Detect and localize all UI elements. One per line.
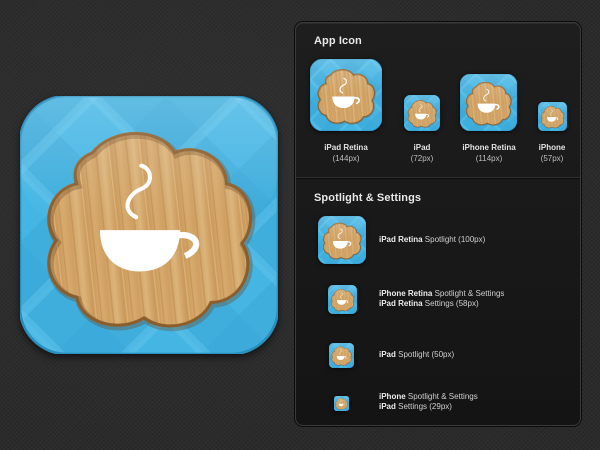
coffee-cup-icon [459, 73, 518, 132]
coffee-cup-icon [333, 395, 350, 412]
spotlight-label-ipad-retina: iPad Retina Spotlight (100px) [379, 235, 486, 244]
main-app-icon [20, 96, 278, 354]
coffee-cup-icon [317, 215, 367, 265]
icon-name: iPhone [538, 143, 566, 152]
coffee-cup-icon [403, 94, 441, 132]
spotlight-label-ipad: iPad Spotlight (50px) [379, 350, 455, 359]
spotlight-label-iphone: iPhone Spotlight & Settings iPad Setting… [379, 392, 478, 411]
icon-sizes-panel: App Icon iPad Retina (144px) iPad (72px)… [295, 22, 581, 426]
spotlight-section-title: Spotlight & Settings [314, 192, 422, 204]
spotlight-icon-ipad-retina [317, 215, 367, 269]
coffee-cup-icon [309, 58, 383, 132]
spotlight-icon-iphone [333, 395, 350, 416]
section-divider [296, 177, 580, 178]
coffee-cup-icon [328, 342, 355, 369]
coffee-cup-icon [327, 284, 358, 315]
spotlight-label-iphone-retina: iPhone Retina Spotlight & Settings iPad … [379, 289, 505, 308]
spotlight-icon-iphone-retina [327, 284, 358, 319]
icon-size: (57px) [540, 154, 564, 163]
coffee-cup-icon [537, 101, 568, 132]
coffee-cup-icon [20, 96, 278, 354]
app-icon-section-title: App Icon [314, 35, 362, 47]
spotlight-icon-ipad [328, 342, 355, 373]
